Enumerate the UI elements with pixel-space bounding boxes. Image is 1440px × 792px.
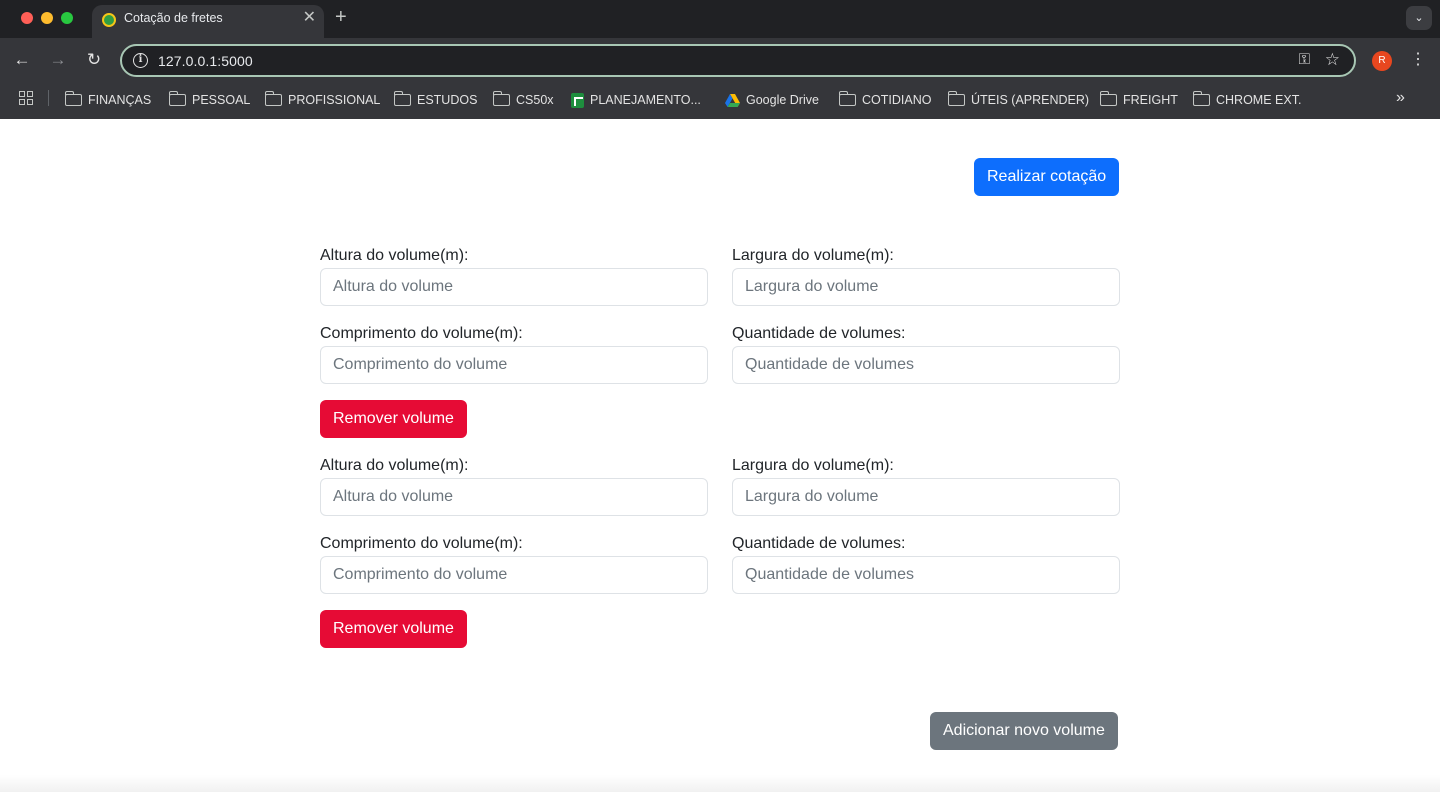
length-input[interactable] bbox=[320, 346, 708, 384]
quote-button[interactable]: Realizar cotação bbox=[974, 158, 1120, 196]
width-input[interactable] bbox=[732, 268, 1120, 306]
quantity-input[interactable] bbox=[732, 556, 1120, 594]
bookmark-label: PLANEJAMENTO... bbox=[590, 93, 701, 107]
bookmark-label: PESSOAL bbox=[192, 93, 251, 107]
active-tab[interactable]: Cotação de fretes ✕ bbox=[92, 5, 324, 38]
bookmark-cs50x[interactable]: CS50x bbox=[492, 90, 554, 110]
bookmark-chrome-ext[interactable]: CHROME EXT. bbox=[1192, 90, 1302, 110]
browser-menu-icon[interactable]: ⋮ bbox=[1408, 48, 1428, 72]
more-bookmarks-icon[interactable]: » bbox=[1396, 89, 1405, 107]
bookmark-estudos[interactable]: ESTUDOS bbox=[393, 90, 478, 110]
width-label: Largura do volume(m): bbox=[732, 247, 894, 264]
bookmark-pessoal[interactable]: PESSOAL bbox=[168, 90, 251, 110]
folder-icon bbox=[393, 91, 411, 106]
page-content: Realizar cotação Altura do volume(m): La… bbox=[0, 119, 1440, 792]
tab-bar: Cotação de fretes ✕ + ⌄ bbox=[0, 0, 1440, 38]
bookmark-label: ESTUDOS bbox=[417, 93, 478, 107]
bookmark-label: CS50x bbox=[516, 93, 554, 107]
width-label: Largura do volume(m): bbox=[732, 457, 894, 474]
minimize-window-button[interactable] bbox=[41, 12, 53, 24]
folder-icon bbox=[947, 91, 965, 106]
url-text[interactable]: 127.0.0.1:5000 bbox=[158, 53, 253, 69]
reload-button[interactable]: ↻ bbox=[82, 48, 106, 72]
bookmark-label: COTIDIANO bbox=[862, 93, 932, 107]
password-key-icon[interactable]: ⚿ bbox=[1299, 51, 1310, 68]
height-input[interactable] bbox=[320, 478, 708, 516]
sheets-icon bbox=[571, 92, 584, 108]
tab-title: Cotação de fretes bbox=[124, 11, 223, 25]
google-drive-icon bbox=[725, 93, 740, 107]
bookmark-label: PROFISSIONAL bbox=[288, 93, 381, 107]
tab-search-menu-button[interactable]: ⌄ bbox=[1406, 6, 1432, 30]
address-bar[interactable]: i 127.0.0.1:5000 ⚿ ☆ bbox=[120, 44, 1356, 77]
site-info-icon[interactable]: i bbox=[133, 53, 148, 68]
bookmarks-divider bbox=[48, 90, 49, 106]
folder-icon bbox=[1192, 91, 1210, 106]
folder-icon bbox=[492, 91, 510, 106]
browser-toolbar: ← → ↻ i 127.0.0.1:5000 ⚿ ☆ R ⋮ bbox=[0, 38, 1440, 82]
height-label: Altura do volume(m): bbox=[320, 247, 469, 264]
length-label: Comprimento do volume(m): bbox=[320, 535, 523, 552]
height-label: Altura do volume(m): bbox=[320, 457, 469, 474]
close-window-button[interactable] bbox=[21, 12, 33, 24]
new-tab-button[interactable]: + bbox=[335, 6, 347, 28]
back-button[interactable]: ← bbox=[10, 48, 34, 72]
quantity-input[interactable] bbox=[732, 346, 1120, 384]
folder-icon bbox=[264, 91, 282, 106]
quantity-label: Quantidade de volumes: bbox=[732, 325, 906, 342]
bookmark-cotidiano[interactable]: COTIDIANO bbox=[838, 90, 932, 110]
height-input[interactable] bbox=[320, 268, 708, 306]
width-input[interactable] bbox=[732, 478, 1120, 516]
profile-avatar[interactable]: R bbox=[1372, 51, 1392, 71]
bookmark-label: CHROME EXT. bbox=[1216, 93, 1302, 107]
folder-icon bbox=[168, 91, 186, 106]
add-volume-button[interactable]: Adicionar novo volume bbox=[930, 712, 1118, 750]
bookmark-profissional[interactable]: PROFISSIONAL bbox=[264, 90, 381, 110]
bookmark-planejamento[interactable]: PLANEJAMENTO... bbox=[571, 90, 701, 110]
bookmark-label: FINANÇAS bbox=[88, 93, 152, 107]
forward-button[interactable]: → bbox=[46, 48, 70, 72]
page-bottom-edge bbox=[0, 775, 1440, 792]
length-input[interactable] bbox=[320, 556, 708, 594]
bookmark-label: ÚTEIS (APRENDER) bbox=[971, 93, 1090, 107]
folder-icon bbox=[838, 91, 856, 106]
bookmark-google-drive[interactable]: Google Drive bbox=[725, 90, 819, 110]
tab-close-icon[interactable]: ✕ bbox=[303, 10, 316, 26]
bookmark-label: FREIGHT bbox=[1123, 93, 1178, 107]
folder-icon bbox=[64, 91, 82, 106]
bookmark-uteis-aprender[interactable]: ÚTEIS (APRENDER) bbox=[947, 90, 1090, 110]
quantity-label: Quantidade de volumes: bbox=[732, 535, 906, 552]
remove-volume-button[interactable]: Remover volume bbox=[320, 400, 467, 438]
bookmark-freight[interactable]: FREIGHT bbox=[1099, 90, 1178, 110]
apps-grid-icon[interactable] bbox=[19, 91, 33, 105]
maximize-window-button[interactable] bbox=[61, 12, 73, 24]
remove-volume-button[interactable]: Remover volume bbox=[320, 610, 467, 648]
bookmarks-bar: FINANÇAS PESSOAL PROFISSIONAL ESTUDOS CS… bbox=[0, 82, 1440, 119]
bookmark-star-icon[interactable]: ☆ bbox=[1325, 50, 1340, 70]
length-label: Comprimento do volume(m): bbox=[320, 325, 523, 342]
folder-icon bbox=[1099, 91, 1117, 106]
bookmark-financas[interactable]: FINANÇAS bbox=[64, 90, 152, 110]
bookmark-label: Google Drive bbox=[746, 93, 819, 107]
tab-favicon-icon bbox=[102, 13, 116, 27]
